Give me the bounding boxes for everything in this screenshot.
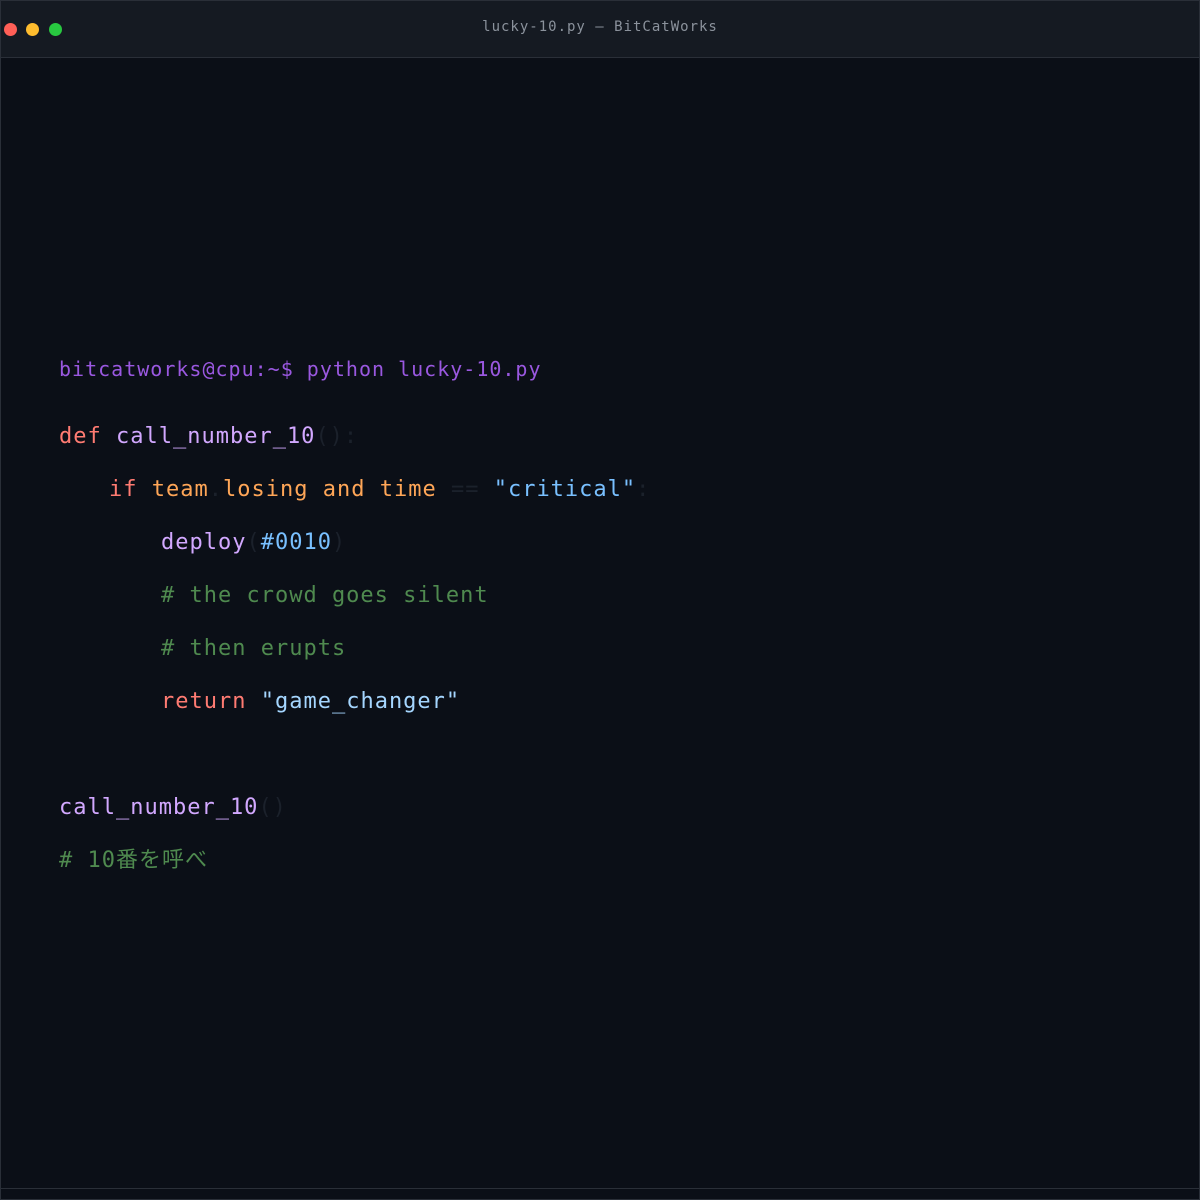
- paren-open: (: [246, 530, 261, 555]
- code-line-1: def call_number_10():: [59, 422, 358, 452]
- variable-team: team: [151, 477, 209, 502]
- code-line-8: # 10番を呼べ: [59, 846, 208, 876]
- string-game-changer: "game_changer": [260, 689, 461, 714]
- function-name: call_number_10: [116, 424, 316, 449]
- variable-losing: losing: [222, 477, 309, 502]
- paren-close: ): [331, 530, 347, 555]
- terminal-prompt: bitcatworks@cpu:~$ python lucky-10.py: [59, 357, 542, 381]
- keyword-def: def: [59, 424, 102, 449]
- code-line-2: if team.losing and time == "critical":: [109, 475, 650, 505]
- title-bar: lucky-10.py — BitCatWorks: [1, 1, 1199, 58]
- bottom-divider: [1, 1188, 1199, 1189]
- code-line-7: call_number_10(): [59, 793, 287, 823]
- code-line-5: # then erupts: [161, 634, 346, 664]
- window-title: lucky-10.py — BitCatWorks: [482, 19, 718, 35]
- terminal-prompt-line: bitcatworks@cpu:~$ python lucky-10.py: [59, 354, 542, 385]
- argument-0010: #0010: [260, 530, 332, 555]
- variable-time: time: [379, 477, 437, 502]
- terminal-window: lucky-10.py — BitCatWorks bitcatworks@cp…: [0, 0, 1200, 1200]
- comment-japanese: # 10番を呼べ: [59, 848, 208, 873]
- code-line-6: return "game_changer": [161, 687, 460, 717]
- keyword-return: return: [161, 689, 247, 714]
- function-call: call_number_10: [59, 795, 259, 820]
- comment: # the crowd goes silent: [161, 583, 489, 608]
- code-line-4: # the crowd goes silent: [161, 581, 489, 611]
- function-deploy: deploy: [161, 530, 247, 555]
- string-critical: "critical": [493, 477, 637, 502]
- dot: .: [208, 477, 223, 502]
- comment: # then erupts: [161, 636, 347, 661]
- code-line-3: deploy(#0010): [161, 528, 346, 558]
- colon: :: [636, 477, 651, 502]
- punctuation: ():: [315, 424, 359, 449]
- punctuation: (): [258, 795, 287, 820]
- keyword-and: and: [322, 477, 366, 502]
- operator-equals: ==: [450, 477, 480, 502]
- keyword-if: if: [109, 477, 138, 502]
